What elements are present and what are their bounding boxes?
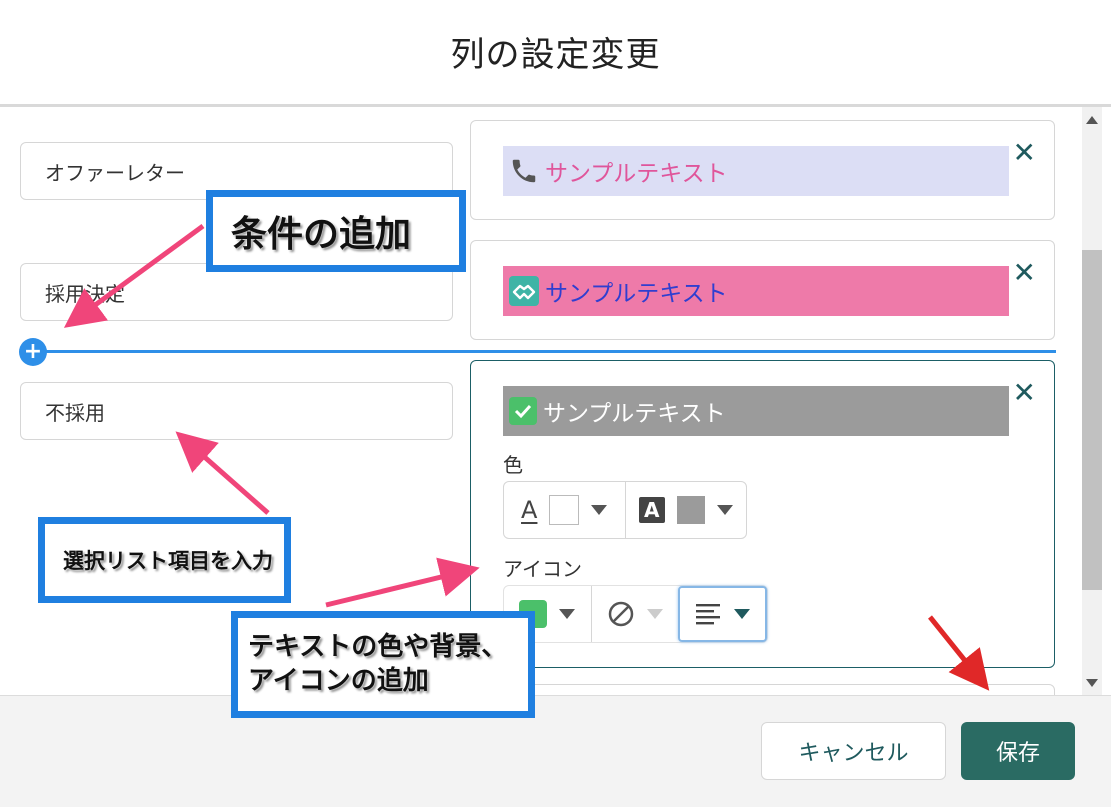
close-icon[interactable]: ✕ (1013, 259, 1036, 287)
dialog-body: オファーレター サンプルテキスト ✕ 採用決定 サンプルテキスト ✕ + 不採用 (0, 107, 1111, 695)
format-preview: サンプルテキスト (503, 146, 1009, 196)
chevron-down-icon (716, 505, 733, 515)
preview-text: サンプルテキスト (545, 281, 728, 307)
preview-text: サンプルテキスト (545, 161, 728, 187)
align-left-icon (696, 604, 721, 625)
format-preview: サンプルテキスト (503, 386, 1009, 436)
prohibited-icon (608, 601, 634, 627)
scrollbar-thumb[interactable] (1082, 250, 1102, 590)
dialog-title: 列の設定変更 (450, 34, 661, 75)
annotation-text-color: テキストの色や背景、 アイコンの追加 (231, 611, 535, 718)
check-icon (509, 397, 537, 425)
text-color-icon: A (521, 496, 538, 524)
annotation-enter-picklist: 選択リスト項目を入力 (38, 517, 291, 603)
modal-header: 列の設定変更 (0, 0, 1111, 107)
preview-text: サンプルテキスト (543, 401, 726, 427)
icon-controls (503, 585, 768, 643)
handshake-icon (509, 276, 539, 306)
alignment-picker[interactable] (677, 586, 767, 642)
close-icon[interactable]: ✕ (1013, 379, 1036, 407)
format-preview: サンプルテキスト (503, 266, 1009, 316)
modal-footer: キャンセル 保存 (0, 695, 1111, 807)
chevron-down-icon (591, 505, 608, 515)
format-card-expanded[interactable]: サンプルテキスト ✕ 色 A A アイコン (470, 360, 1055, 668)
save-button[interactable]: 保存 (961, 722, 1075, 780)
annotation-text-color-line2: アイコンの追加 (248, 665, 429, 696)
scroll-down-arrow-icon[interactable] (1086, 679, 1098, 687)
background-color-icon: A (638, 497, 665, 523)
format-card[interactable]: サンプルテキスト ✕ (470, 240, 1055, 340)
chevron-down-icon (734, 609, 751, 619)
no-icon-picker[interactable] (590, 586, 678, 642)
annotation-add-condition: 条件の追加 (206, 190, 466, 272)
picklist-value-field[interactable]: 不採用 (20, 382, 453, 440)
close-icon[interactable]: ✕ (1013, 139, 1036, 167)
color-label: 色 (503, 453, 523, 477)
background-color-picker[interactable]: A (624, 482, 747, 538)
annotation-text-color-line1: テキストの色や背景、 (248, 631, 508, 662)
text-color-swatch (549, 495, 580, 525)
scroll-up-arrow-icon[interactable] (1086, 116, 1098, 124)
format-card[interactable] (470, 684, 1055, 695)
text-color-picker[interactable]: A (504, 482, 625, 538)
insert-condition-line (34, 350, 1056, 353)
add-condition-button[interactable]: + (19, 338, 47, 366)
chevron-down-icon (559, 609, 576, 619)
cancel-button[interactable]: キャンセル (761, 722, 946, 780)
background-color-swatch (676, 496, 705, 524)
format-card[interactable]: サンプルテキスト ✕ (470, 120, 1055, 220)
color-controls: A A (503, 481, 747, 539)
icon-label: アイコン (503, 557, 582, 581)
picklist-value-text: 不採用 (45, 400, 105, 425)
picklist-value-text: 採用決定 (45, 281, 125, 306)
chevron-down-icon (646, 609, 663, 619)
phone-icon (509, 156, 539, 186)
picklist-value-text: オファーレター (45, 160, 185, 185)
